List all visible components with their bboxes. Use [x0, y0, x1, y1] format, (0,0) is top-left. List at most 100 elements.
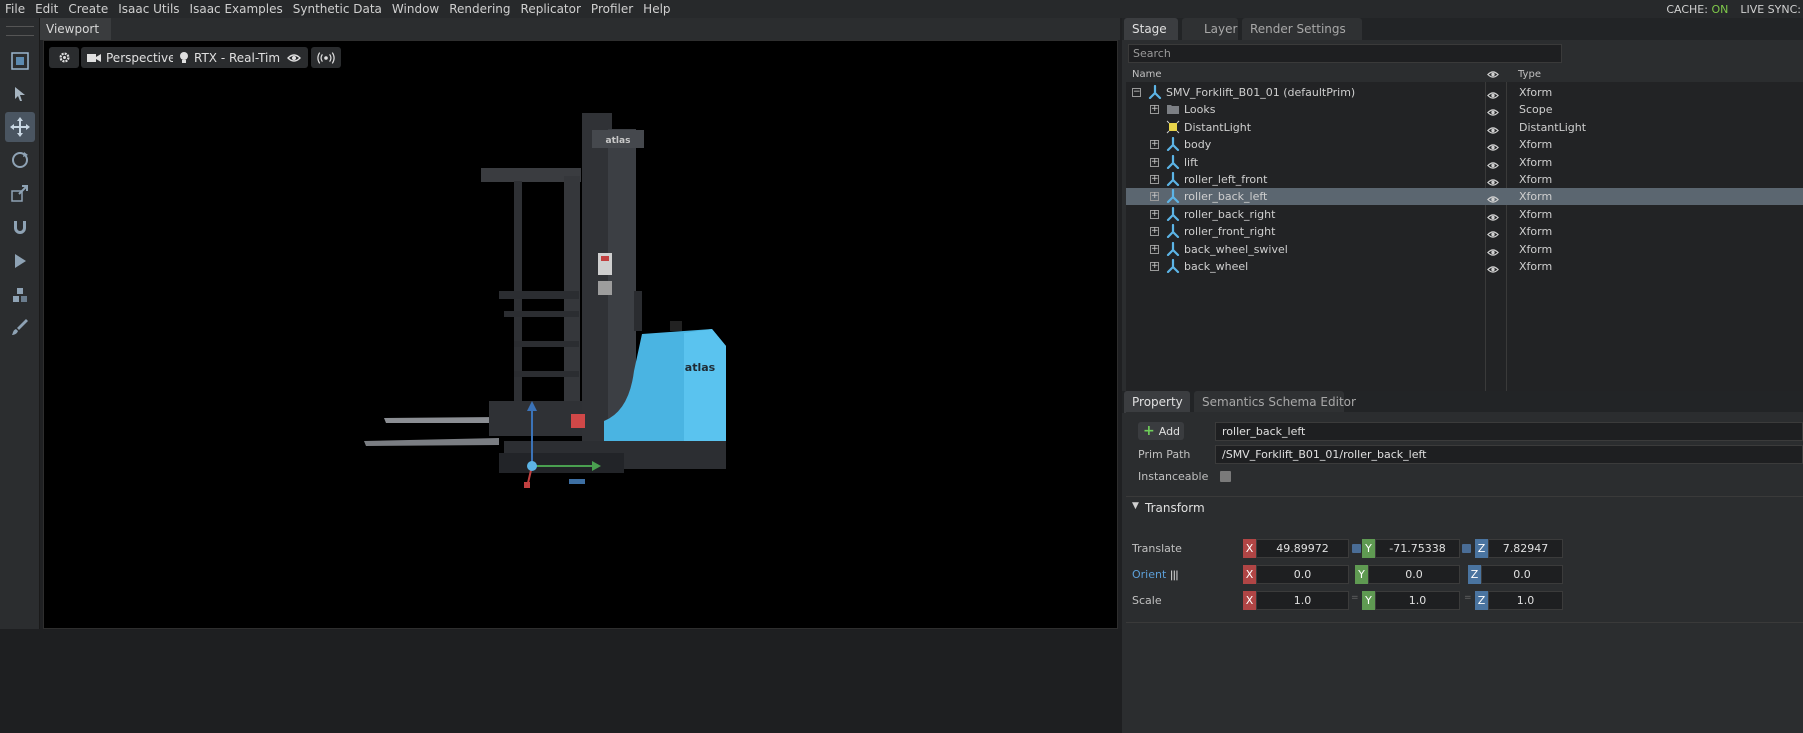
- move-tool-button[interactable]: [5, 112, 35, 142]
- snap-tool-button[interactable]: [5, 212, 35, 242]
- menu-window[interactable]: Window: [387, 0, 444, 18]
- type-column-header[interactable]: Type: [1518, 69, 1541, 80]
- orient-z-field[interactable]: 0.0: [1481, 565, 1563, 584]
- expand-icon[interactable]: +: [1150, 175, 1159, 184]
- translate-z-field[interactable]: 7.82947: [1488, 539, 1563, 558]
- visibility-eye-icon[interactable]: [1487, 175, 1499, 186]
- visibility-eye-icon[interactable]: [1487, 192, 1499, 204]
- expand-icon[interactable]: +: [1150, 157, 1159, 167]
- menu-isaac-examples[interactable]: Isaac Examples: [185, 0, 288, 18]
- xform-icon: [1166, 189, 1180, 204]
- menu-help[interactable]: Help: [638, 0, 675, 18]
- menu-edit[interactable]: Edit: [30, 0, 63, 18]
- light-icon: [1166, 120, 1180, 134]
- rotate-tool-button[interactable]: [5, 145, 35, 175]
- expand-icon[interactable]: +: [1150, 262, 1159, 271]
- mast-brand-text: atlas: [606, 136, 631, 146]
- orient-y-field[interactable]: 0.0: [1368, 565, 1460, 584]
- transform-section-header[interactable]: ▼ Transform: [1132, 498, 1803, 520]
- scale-link-dot[interactable]: =: [1351, 593, 1359, 603]
- menu-replicator[interactable]: Replicator: [516, 0, 586, 18]
- tab-layer[interactable]: Layer: [1182, 18, 1238, 40]
- translate-link-icon[interactable]: [1462, 544, 1471, 553]
- prim-type: Scope: [1519, 103, 1553, 117]
- prim-path-label: Prim Path: [1138, 448, 1191, 461]
- play-button[interactable]: [5, 246, 35, 276]
- scale-x-field[interactable]: 1.0: [1256, 591, 1349, 610]
- prim-type: Xform: [1519, 260, 1553, 273]
- visibility-eye-icon[interactable]: [1487, 262, 1499, 273]
- orient-y-axis-label: Y: [1355, 565, 1368, 584]
- scale-y-field[interactable]: 1.0: [1375, 591, 1460, 610]
- expand-icon[interactable]: +: [1150, 105, 1159, 115]
- translate-y-field[interactable]: -71.75338: [1375, 539, 1460, 558]
- tree-row[interactable]: + lift Xform: [1126, 154, 1803, 171]
- tree-row[interactable]: + back_wheel_swivel Xform: [1126, 241, 1803, 258]
- expand-icon[interactable]: +: [1150, 209, 1159, 219]
- paint-tool-button[interactable]: [5, 312, 35, 342]
- forklift-model[interactable]: atlas atlas: [44, 41, 1118, 629]
- select-mode-button[interactable]: [5, 46, 35, 76]
- tab-render-settings[interactable]: Render Settings: [1242, 18, 1362, 40]
- xform-icon: [1166, 206, 1180, 221]
- scale-link-dot[interactable]: =: [1464, 593, 1472, 603]
- expand-icon[interactable]: +: [1150, 244, 1159, 254]
- add-button[interactable]: + Add: [1138, 422, 1184, 440]
- expand-icon[interactable]: +: [1150, 227, 1159, 237]
- prim-path-field[interactable]: /SMV_Forklift_B01_01/roller_back_left: [1215, 445, 1803, 464]
- viewport-canvas[interactable]: Perspective RTX - Real-Time atlas atlas: [43, 40, 1118, 629]
- move-arrows-icon: [10, 117, 30, 137]
- translate-link-icon[interactable]: [1352, 544, 1361, 553]
- visibility-eye-icon[interactable]: [1487, 210, 1499, 221]
- visibility-eye-icon[interactable]: [1487, 227, 1499, 238]
- tree-row[interactable]: + body Xform: [1126, 136, 1803, 153]
- translate-z-axis-label: Z: [1475, 539, 1488, 558]
- menu-isaac-utils[interactable]: Isaac Utils: [113, 0, 184, 18]
- visibility-eye-icon[interactable]: [1487, 123, 1499, 134]
- tree-row[interactable]: + back_wheel Xform: [1126, 258, 1803, 275]
- visibility-eye-icon[interactable]: [1487, 245, 1499, 256]
- expand-icon[interactable]: +: [1150, 192, 1159, 202]
- menu-profiler[interactable]: Profiler: [586, 0, 638, 18]
- live-sync-label[interactable]: LIVE SYNC:: [1740, 3, 1801, 16]
- menu-rendering[interactable]: Rendering: [444, 0, 515, 18]
- expand-icon[interactable]: +: [1150, 140, 1159, 150]
- stage-tabbar: Stage Layer Render Settings: [1122, 18, 1803, 40]
- prim-name-field[interactable]: roller_back_left: [1215, 422, 1803, 441]
- orient-label[interactable]: Orient |||: [1132, 568, 1179, 581]
- instanceable-checkbox[interactable]: [1220, 471, 1231, 482]
- tree-row[interactable]: + roller_back_right Xform: [1126, 206, 1803, 223]
- scale-tool-button[interactable]: [5, 178, 35, 208]
- tree-row[interactable]: − SMV_Forklift_B01_01 (defaultPrim) Xform: [1126, 84, 1803, 101]
- tree-row[interactable]: + Looks Scope: [1126, 101, 1803, 118]
- name-column-header[interactable]: Name: [1132, 69, 1162, 80]
- tab-semantics-schema-editor[interactable]: Semantics Schema Editor: [1194, 391, 1356, 413]
- tree-row[interactable]: + roller_left_front Xform: [1126, 171, 1803, 188]
- orient-x-field[interactable]: 0.0: [1256, 565, 1349, 584]
- visibility-eye-icon[interactable]: [1487, 140, 1499, 151]
- collapse-icon[interactable]: −: [1132, 88, 1141, 97]
- gizmo-center[interactable]: [527, 461, 537, 471]
- tree-row[interactable]: + roller_front_right Xform: [1126, 223, 1803, 240]
- menu-create[interactable]: Create: [63, 0, 113, 18]
- stage-tree: Name Type − SMV_Forklift_B01_01 (defaultP…: [1126, 68, 1803, 403]
- physics-tool-button[interactable]: [5, 280, 35, 310]
- tab-property[interactable]: Property: [1124, 391, 1190, 413]
- stage-search-input[interactable]: Search: [1128, 44, 1562, 63]
- visibility-eye-icon[interactable]: [1487, 105, 1499, 117]
- tab-stage[interactable]: Stage: [1124, 18, 1178, 40]
- visibility-eye-icon[interactable]: [1487, 88, 1499, 99]
- menu-synthetic-data[interactable]: Synthetic Data: [288, 0, 387, 18]
- cache-status: CACHE: ON: [1666, 3, 1728, 16]
- translate-x-field[interactable]: 49.89972: [1256, 539, 1349, 558]
- tab-viewport[interactable]: Viewport: [40, 18, 112, 40]
- toolbar-grip[interactable]: [6, 26, 34, 36]
- cache-value[interactable]: ON: [1711, 3, 1728, 16]
- menu-file[interactable]: File: [0, 0, 30, 18]
- tree-row[interactable]: + roller_back_left Xform: [1126, 188, 1803, 206]
- tree-row[interactable]: DistantLight DistantLight: [1126, 119, 1803, 136]
- visibility-eye-icon[interactable]: [1487, 158, 1499, 169]
- scale-z-field[interactable]: 1.0: [1488, 591, 1563, 610]
- prim-name: roller_front_right: [1184, 225, 1276, 239]
- select-tool-button[interactable]: [5, 79, 35, 109]
